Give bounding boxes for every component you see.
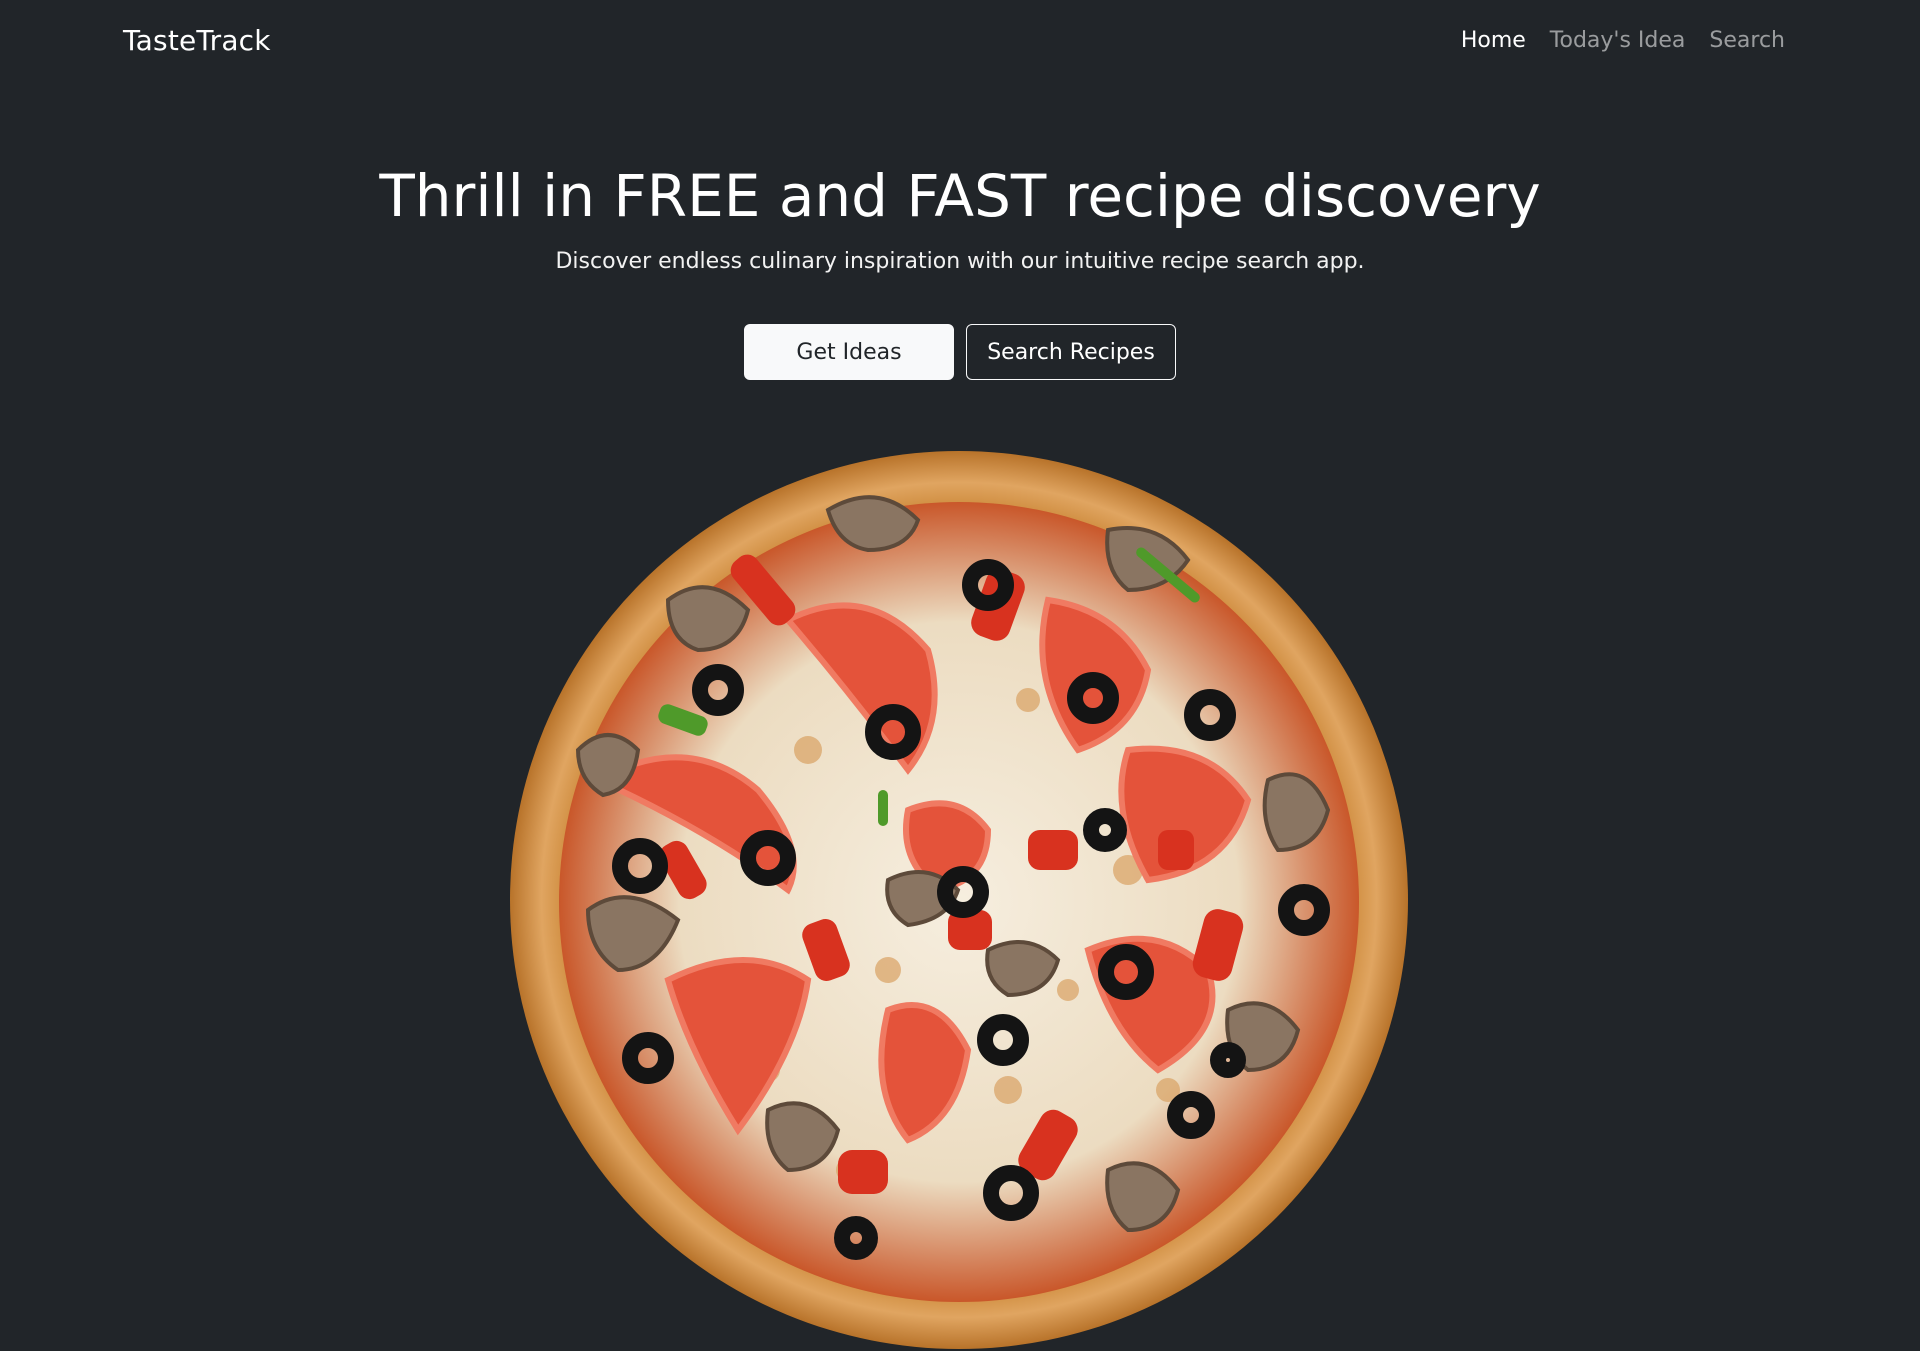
nav-link-todays-idea[interactable]: Today's Idea bbox=[1550, 28, 1686, 53]
navbar: TasteTrack Home Today's Idea Search bbox=[0, 0, 1920, 86]
pizza-image bbox=[508, 450, 1410, 1350]
hero-title: Thrill in FREE and FAST recipe discovery bbox=[379, 162, 1541, 230]
pizza-illustration bbox=[510, 451, 1408, 1349]
search-recipes-button[interactable]: Search Recipes bbox=[966, 324, 1176, 380]
hero-section: Thrill in FREE and FAST recipe discovery… bbox=[0, 150, 1920, 278]
brand-logo[interactable]: TasteTrack bbox=[123, 24, 271, 57]
nav-link-home[interactable]: Home bbox=[1461, 28, 1526, 53]
nav-link-search[interactable]: Search bbox=[1709, 28, 1785, 53]
get-ideas-button[interactable]: Get Ideas bbox=[744, 324, 954, 380]
hero-buttons: Get Ideas Search Recipes bbox=[0, 324, 1920, 380]
nav-links: Home Today's Idea Search bbox=[1461, 28, 1785, 53]
hero-lead: Discover endless culinary inspiration wi… bbox=[555, 249, 1365, 274]
